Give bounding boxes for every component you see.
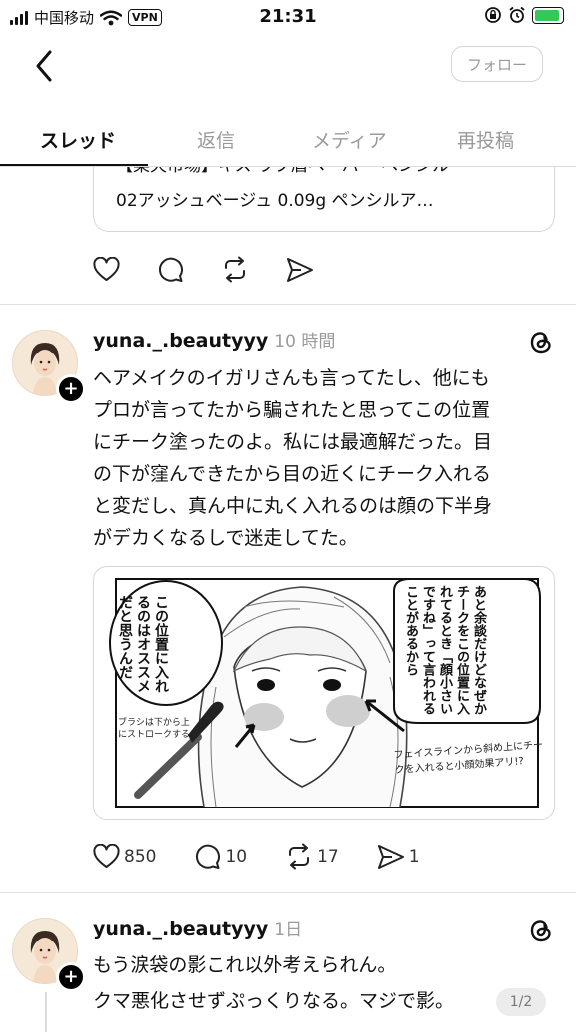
like-button[interactable]: 850 — [93, 843, 157, 870]
repost-button[interactable] — [221, 256, 249, 283]
follow-plus-badge[interactable]: + — [56, 374, 86, 404]
post-actions: 850 10 17 1 — [93, 843, 420, 870]
quoted-card-line2: 02アッシュベージュ 0.09g ペンシルア… — [116, 191, 434, 211]
username[interactable]: yuna._.beautyyy — [93, 330, 268, 352]
back-button[interactable] — [28, 44, 64, 88]
brush-note: ブラシは下から上にストロークする — [118, 718, 191, 740]
username[interactable]: yuna._.beautyyy — [93, 918, 268, 940]
previous-post-actions — [93, 256, 314, 283]
share-button[interactable] — [286, 257, 314, 283]
heart-icon — [93, 256, 120, 281]
post-body: ヘアメイクのイガリさんも言ってたし、他にも プロが言ってたから騙されたと思ってこ… — [93, 367, 493, 549]
follow-plus-badge[interactable]: + — [56, 962, 86, 992]
share-icon — [377, 844, 404, 869]
balloon-left-text: この位置に入れるのはオススメだと思うんだ — [117, 595, 169, 693]
heart-icon — [93, 843, 120, 868]
share-icon — [287, 257, 313, 282]
repost-count: 17 — [317, 846, 339, 867]
comment-icon — [196, 844, 221, 869]
tab-threads[interactable]: スレッド — [40, 126, 116, 153]
thread-line — [45, 992, 47, 1032]
reply-button[interactable] — [157, 256, 184, 283]
post-image[interactable]: この位置に入れるのはオススメだと思うんだ あと余談だけどなぜかチークをこの位置に… — [93, 566, 555, 820]
post-body-line2: クマ悪化させずぷっくりなる。マジで影。 — [93, 990, 455, 1012]
profile-tabs: スレッド 返信 メディア 再投稿 — [0, 112, 576, 167]
repost-icon — [225, 256, 245, 283]
like-count: 850 — [124, 846, 157, 867]
post-time: 1日 — [274, 920, 303, 940]
active-tab-indicator — [0, 164, 148, 166]
orientation-lock-icon — [485, 7, 501, 23]
status-right — [484, 6, 564, 24]
post-header: yuna._.beautyyy 1日 — [93, 915, 302, 940]
tab-reposts[interactable]: 再投稿 — [457, 126, 514, 153]
plus-icon: + — [63, 966, 79, 987]
post-body-line1: もう涙袋の影これ以外考えられん。 — [93, 954, 397, 976]
carousel-page-badge: 1/2 — [496, 988, 546, 1016]
balloon-right-text: あと余談だけどなぜかチークをこの位置に入れてるとき「顔小さいですね」って言われる… — [403, 585, 486, 715]
post-header: yuna._.beautyyy 10 時間 — [93, 327, 335, 352]
follow-button[interactable]: フォロー — [451, 46, 543, 82]
reply-button[interactable]: 10 — [194, 843, 247, 870]
share-count: 1 — [408, 846, 420, 867]
battery-icon — [532, 6, 564, 24]
repost-icon — [289, 843, 310, 870]
threads-logo-icon[interactable] — [528, 916, 554, 948]
alarm-icon — [509, 6, 525, 23]
back-chevron-icon — [36, 50, 52, 82]
threads-logo-icon[interactable] — [528, 328, 554, 360]
tab-media[interactable]: メディア — [312, 126, 387, 153]
tab-replies[interactable]: 返信 — [197, 126, 235, 153]
post-divider — [0, 304, 576, 305]
like-button[interactable] — [93, 256, 120, 283]
reply-count: 10 — [225, 846, 248, 867]
plus-icon: + — [63, 378, 79, 399]
share-button[interactable]: 1 — [377, 844, 420, 870]
post-time: 10 時間 — [274, 332, 336, 352]
comment-icon — [159, 257, 183, 282]
repost-button[interactable]: 17 — [285, 843, 339, 870]
post-divider — [0, 892, 576, 893]
status-bar: 中国移动 VPN 21:31 — [0, 0, 576, 34]
